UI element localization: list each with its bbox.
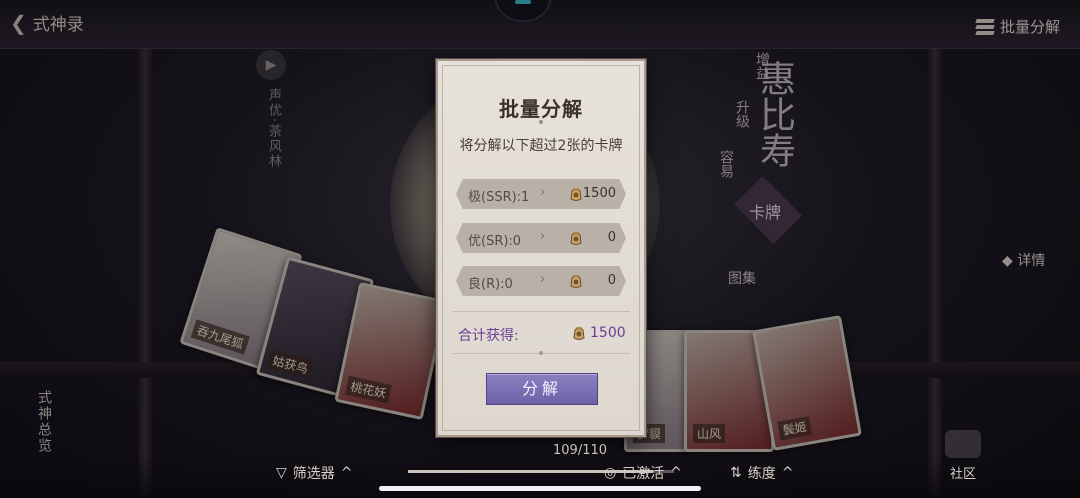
sort-button[interactable]: ⇅ 练度 ^ [730,463,793,483]
total-value: 1500 [590,325,626,341]
sort-label: 练度 [747,466,776,482]
rarity-row-ssr: 极(SSR):1 › 1500 [456,179,626,209]
rarity-label: 良(R):0 [468,277,513,292]
community-icon[interactable] [945,430,981,458]
activated-filter-button[interactable]: ◎ 已激活 ^ [604,463,682,483]
rarity-value: 0 [607,230,616,245]
rarity-value: 1500 [582,186,616,201]
community-label[interactable]: 社区 [950,463,976,482]
rarity-row-r: 良(R):0 › 0 [456,266,626,296]
arrow-icon: › [540,185,546,200]
total-label: 合计获得: [458,328,519,344]
coin-bag-icon [568,272,584,289]
bulk-decompose-dialog: 批量分解 将分解以下超过2张的卡牌 极(SSR):1 › 1500 优(SR):… [436,59,646,437]
coin-bag-icon [571,324,587,341]
divider [452,311,630,312]
rarity-label: 极(SSR):1 [468,190,530,205]
decompose-button[interactable]: 分解 [486,373,598,405]
filter-label: 筛选器 [292,466,335,482]
rarity-value: 0 [607,273,616,288]
arrow-icon: › [540,229,546,244]
filter-icon: ▽ [276,465,287,481]
chevron-up-icon: ^ [781,465,794,481]
rarity-label: 优(SR):0 [468,234,522,249]
rarity-row-sr: 优(SR):0 › 0 [456,223,626,253]
arrow-icon: › [540,272,546,287]
home-indicator[interactable] [379,486,701,491]
filter-button[interactable]: ▽ 筛选器 ^ [276,463,353,483]
coin-bag-icon [568,229,584,246]
dialog-title: 批量分解 [499,97,583,121]
divider-dot [539,120,543,124]
bottom-bar [0,455,1080,498]
card-counter: 109/110 [553,443,608,458]
sort-icon: ⇅ [730,465,742,481]
dialog-subtitle: 将分解以下超过2张的卡牌 [459,138,623,154]
chevron-up-icon: ^ [670,465,682,481]
activated-label: 已激活 [622,466,665,482]
coin-bag-icon [568,185,584,202]
chevron-up-icon: ^ [340,465,353,481]
divider-dot [539,351,543,355]
bulb-icon: ◎ [604,465,617,481]
